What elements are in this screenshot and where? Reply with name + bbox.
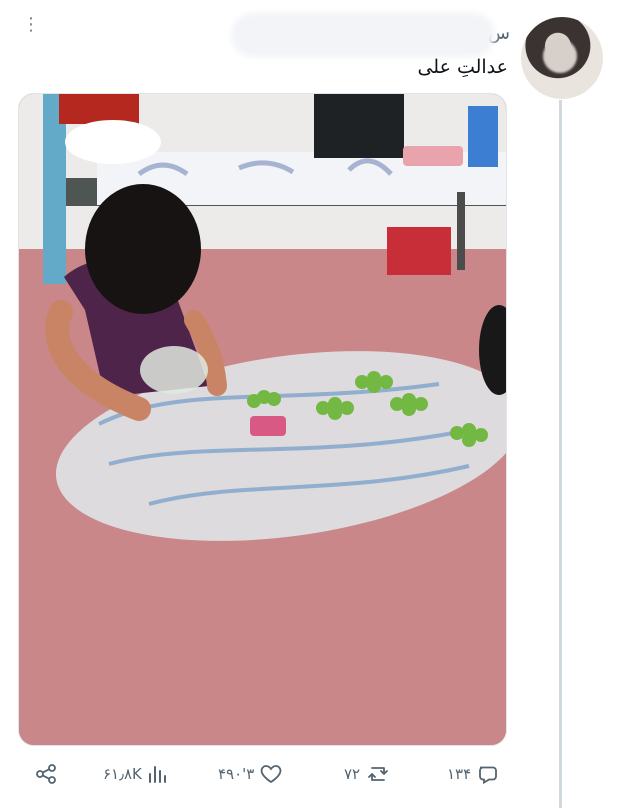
post-photo[interactable] <box>18 93 507 746</box>
plastic-bag <box>140 346 208 394</box>
views-icon <box>148 766 166 783</box>
like-count: ۳'۴۹۰ <box>218 765 255 783</box>
post-text: عدالتِ علی <box>417 56 508 78</box>
more-icon[interactable]: ⋮ <box>22 16 40 40</box>
action-bar: ۱۳۴ ۷۲ ۳'۴۹۰ ۶۱٫۸K <box>34 759 506 789</box>
repost-icon <box>368 767 389 781</box>
share-button[interactable] <box>34 759 58 789</box>
share-icon <box>36 764 56 784</box>
repost-button[interactable]: ۷۲ <box>344 759 391 789</box>
red-basket <box>387 227 451 275</box>
reply-count: ۱۳۴ <box>447 765 472 783</box>
avatar[interactable] <box>521 17 603 99</box>
thread-line <box>559 100 562 808</box>
bed-leg-right <box>457 192 465 270</box>
reply-button[interactable]: ۱۳۴ <box>447 759 500 789</box>
blue-bottle <box>468 106 498 167</box>
white-pillow <box>65 120 161 164</box>
repost-count: ۷۲ <box>344 765 361 783</box>
photo-illustration <box>19 94 506 745</box>
avatar-redaction <box>543 39 577 73</box>
red-pillow <box>59 94 139 124</box>
pink-bowl <box>403 146 463 166</box>
reply-icon <box>479 766 498 785</box>
like-button[interactable]: ۳'۴۹۰ <box>218 759 283 789</box>
person-hair <box>85 184 201 314</box>
heart-icon <box>261 765 282 784</box>
username-redaction <box>236 18 490 52</box>
small-box <box>250 416 286 436</box>
views-button[interactable]: ۶۱٫۸K <box>103 759 169 789</box>
view-count: ۶۱٫۸K <box>103 765 142 783</box>
backpack <box>314 94 404 158</box>
